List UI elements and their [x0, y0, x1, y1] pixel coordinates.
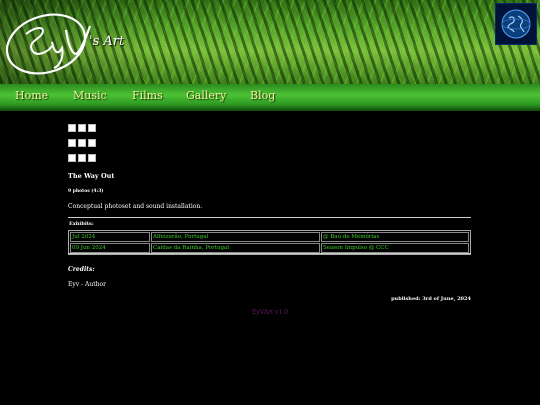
photo-thumbnail[interactable]	[78, 139, 86, 147]
photo-thumbnail[interactable]	[78, 154, 86, 162]
nav-films[interactable]: Films	[132, 89, 163, 102]
photo-thumbnail[interactable]	[68, 124, 76, 132]
photo-count: 9 photos (4:3)	[68, 189, 104, 194]
project-description: Conceptual photoset and sound installati…	[68, 203, 203, 210]
footer-version: EyVArt v1.0	[251, 309, 289, 316]
exhibits-heading: Exhibits:	[69, 221, 94, 227]
exhibit-date[interactable]: 09 Jun 2024	[70, 243, 150, 253]
photo-thumbnail[interactable]	[68, 139, 76, 147]
thumbnail-row	[68, 154, 96, 169]
photo-thumbnail[interactable]	[88, 124, 96, 132]
exhibit-venue[interactable]: Season Impulso @ CCC	[321, 243, 469, 253]
site-title: 's Art	[89, 34, 125, 49]
exhibit-place[interactable]: Caldas da Rainha, Portugal	[151, 243, 320, 253]
nav-blog[interactable]: Blog	[250, 89, 275, 102]
photo-thumbnail[interactable]	[88, 154, 96, 162]
thumbnail-row	[68, 139, 96, 154]
earth-globe-icon[interactable]	[495, 3, 537, 45]
exhibits-table: Jul 2024 Alfeizerão, Portugal @ Baú de M…	[68, 230, 471, 255]
exhibit-place[interactable]: Alfeizerão, Portugal	[151, 232, 320, 242]
main-nav: Home Music Films Gallery Blog	[0, 84, 540, 111]
photo-thumbnail[interactable]	[88, 139, 96, 147]
table-row: 09 Jun 2024 Caldas da Rainha, Portugal S…	[70, 243, 469, 253]
table-row: Jul 2024 Alfeizerão, Portugal @ Baú de M…	[70, 232, 469, 242]
thumbnail-row	[68, 124, 96, 139]
credits-heading: Credits:	[68, 266, 95, 273]
photo-thumbnails	[68, 124, 96, 169]
nav-home[interactable]: Home	[15, 89, 48, 102]
exhibit-venue[interactable]: @ Baú de Memórias	[321, 232, 469, 242]
divider	[68, 253, 471, 254]
photo-thumbnail[interactable]	[78, 124, 86, 132]
nav-gallery[interactable]: Gallery	[186, 89, 226, 102]
exhibit-date[interactable]: Jul 2024	[70, 232, 150, 242]
divider	[68, 217, 471, 218]
photo-thumbnail[interactable]	[68, 154, 76, 162]
project-title: The Way Out	[68, 172, 115, 180]
credits-line: Eyv - Author	[68, 281, 106, 288]
published-date: published: 3rd of June, 2024	[391, 296, 471, 302]
nav-music[interactable]: Music	[73, 89, 107, 102]
